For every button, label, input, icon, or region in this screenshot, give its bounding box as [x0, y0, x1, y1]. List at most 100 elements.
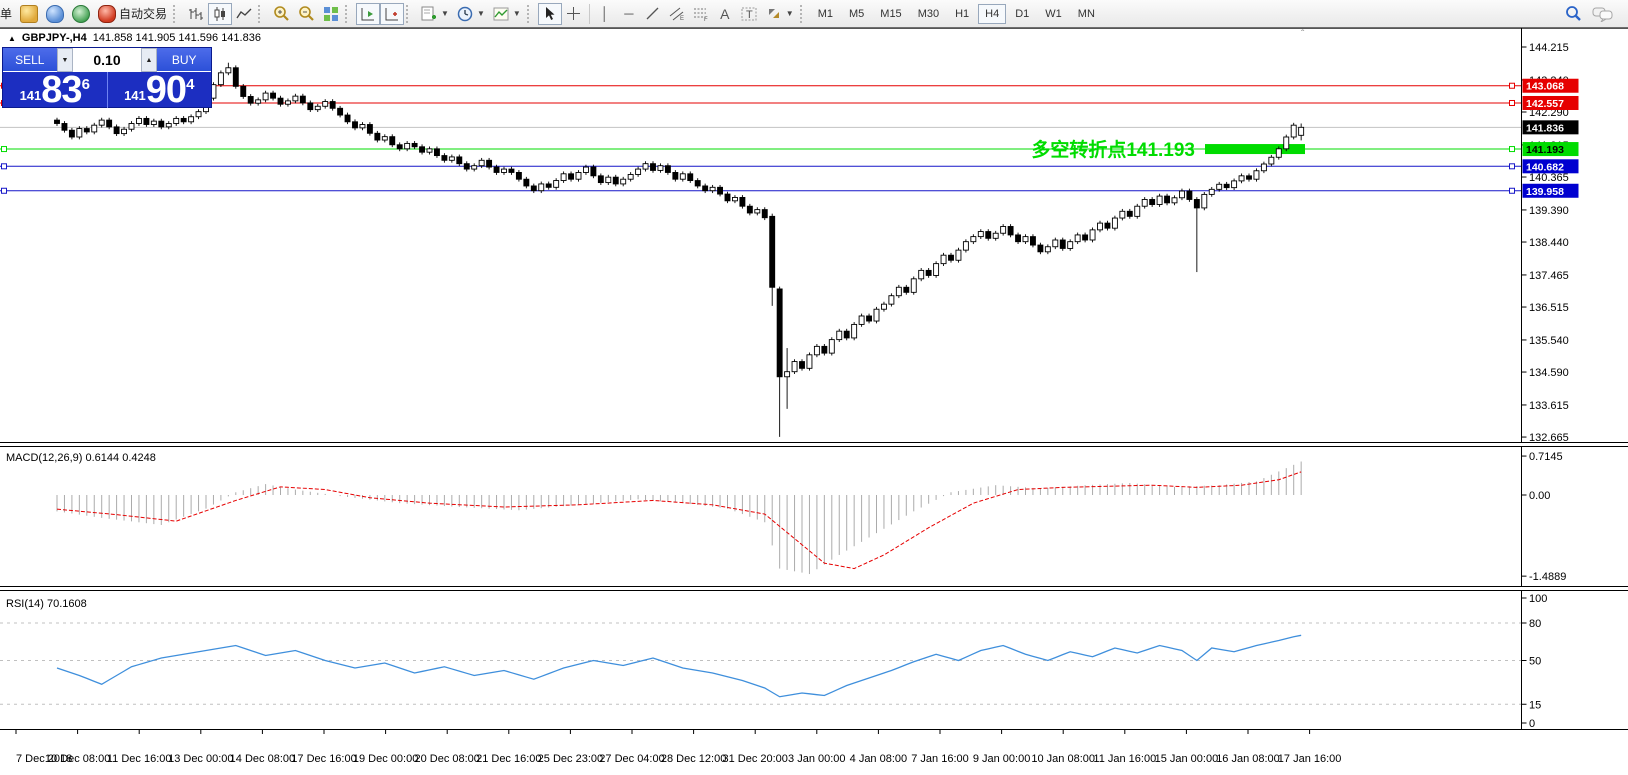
timeframe-w1[interactable]: W1: [1038, 4, 1069, 24]
candlestick-icon: [212, 6, 228, 22]
trendline-icon: [645, 6, 660, 21]
rsi-label: RSI(14) 70.1608: [6, 598, 87, 610]
sell-price[interactable]: 141 83 6: [3, 71, 108, 109]
label-tool-button[interactable]: T: [737, 3, 762, 25]
svg-text:17 Dec 16:00: 17 Dec 16:00: [291, 753, 356, 765]
toolbar-grip[interactable]: [173, 4, 182, 23]
svg-text:0.00: 0.00: [1529, 490, 1550, 502]
timeframe-h1[interactable]: H1: [948, 4, 976, 24]
channel-e-letter: E: [680, 16, 684, 21]
svg-text:0: 0: [1529, 718, 1535, 729]
toolbar-grip[interactable]: [345, 4, 354, 23]
timeframe-m5[interactable]: M5: [842, 4, 871, 24]
toolbar-grip[interactable]: [799, 4, 809, 23]
new-chart-button[interactable]: ▼: [417, 3, 453, 25]
chart-area: 144.215143.240142.290141.315140.365139.3…: [0, 28, 1628, 775]
fibonacci-tool-button[interactable]: F: [689, 3, 713, 25]
toolbar-right: [1565, 5, 1628, 22]
svg-text:20 Dec 08:00: 20 Dec 08:00: [414, 753, 479, 765]
svg-text:11 Dec 16:00: 11 Dec 16:00: [107, 753, 172, 765]
buy-price[interactable]: 141 90 4: [108, 68, 212, 111]
macd-svg[interactable]: 0.7145 0.00 -1.4889: [0, 447, 1628, 586]
svg-text:140.365: 140.365: [1529, 172, 1569, 184]
collapse-panel-icon[interactable]: ▲: [8, 34, 16, 43]
robot-icon: [98, 4, 117, 23]
indicators-button[interactable]: ▼: [489, 3, 525, 25]
trendline-tool-button[interactable]: [641, 3, 665, 25]
chart-shift-button[interactable]: [380, 2, 405, 25]
text-a-icon: A: [720, 5, 730, 22]
new-order-button[interactable]: 单: [0, 5, 16, 22]
hline-tool-button[interactable]: ─: [617, 3, 641, 25]
tile-windows-button[interactable]: [319, 3, 343, 25]
timeframe-h4[interactable]: H4: [978, 3, 1007, 24]
svg-text:17 Jan 16:00: 17 Jan 16:00: [1278, 753, 1342, 765]
auto-scroll-icon: [360, 6, 376, 22]
toolbar-grip[interactable]: [258, 4, 267, 23]
main-price-panel[interactable]: 144.215143.240142.290141.315140.365139.3…: [0, 28, 1628, 442]
zoom-out-button[interactable]: [294, 3, 319, 25]
svg-text:31 Dec 20:00: 31 Dec 20:00: [722, 753, 787, 765]
cursor-tool-button[interactable]: [537, 2, 562, 25]
main-chart-svg[interactable]: 144.215143.240142.290141.315140.365139.3…: [0, 28, 1628, 442]
new-chart-icon: [421, 6, 437, 22]
toolbar-grip[interactable]: [406, 4, 415, 23]
chart-shift-marker[interactable]: ˆ: [1301, 29, 1304, 40]
timeframe-mn[interactable]: MN: [1071, 4, 1102, 24]
one-click-trading-panel: SELL ▼ 0.10 ▲ BUY 141 83 6 141 90 4: [2, 47, 212, 111]
macd-label: MACD(12,26,9) 0.6144 0.4248: [6, 452, 156, 464]
horizontal-line-icon: ─: [624, 6, 634, 21]
svg-text:15: 15: [1529, 699, 1541, 711]
vertical-line-icon: │: [600, 6, 609, 21]
web-terminal-icon[interactable]: [68, 3, 94, 25]
periods-button[interactable]: ▼: [453, 3, 489, 25]
auto-scroll-button[interactable]: [356, 2, 381, 25]
search-icon[interactable]: [1565, 5, 1582, 22]
chart-shift-icon: [384, 6, 400, 22]
svg-text:11 Jan 16:00: 11 Jan 16:00: [1093, 753, 1156, 765]
svg-text:27 Dec 04:00: 27 Dec 04:00: [599, 753, 664, 765]
buy-price-big: 90: [145, 68, 187, 111]
text-label-icon: T: [741, 6, 758, 22]
svg-text:19 Dec 00:00: 19 Dec 00:00: [353, 753, 418, 765]
timeframe-m1[interactable]: M1: [811, 4, 840, 24]
rsi-svg[interactable]: 100 80 50 15 0: [0, 591, 1628, 729]
book-icon: [20, 4, 39, 23]
zoom-in-button[interactable]: [269, 3, 294, 25]
svg-text:10 Dec 08:00: 10 Dec 08:00: [45, 753, 110, 765]
auto-trading-label: 自动交易: [119, 7, 168, 21]
indicators-icon: [493, 6, 509, 22]
auto-trading-button[interactable]: 自动交易: [94, 3, 171, 25]
bar-chart-type-button[interactable]: [184, 3, 208, 25]
timeframe-d1[interactable]: D1: [1008, 4, 1036, 24]
lot-size-input[interactable]: 0.10: [73, 48, 141, 72]
tile-windows-icon: [323, 6, 339, 22]
trade-panel-prices: 141 83 6 141 90 4: [3, 68, 212, 111]
time-axis[interactable]: 7 Dec 2018 10 Dec 08:00 11 Dec 16:00 13 Dec…: [0, 729, 1628, 775]
fibo-f-letter: F: [704, 17, 708, 21]
svg-text:0.7145: 0.7145: [1529, 451, 1563, 463]
timeframe-m30[interactable]: M30: [911, 4, 946, 24]
svg-text:133.615: 133.615: [1529, 400, 1569, 412]
chat-icon[interactable]: [1592, 6, 1614, 22]
macd-panel[interactable]: 0.7145 0.00 -1.4889 MACD(12,26,9) 0.6144 0…: [0, 447, 1628, 586]
crosshair-tool-button[interactable]: [562, 3, 586, 25]
text-tool-button[interactable]: A: [713, 3, 737, 25]
arrows-tool-button[interactable]: ▼: [762, 3, 798, 25]
history-center-icon[interactable]: [16, 3, 42, 25]
toolbar-grip[interactable]: [526, 4, 536, 23]
fibonacci-icon: F: [693, 6, 709, 21]
timeframe-group: M1 M5 M15 M30 H1 H4 D1 W1 MN: [811, 3, 1102, 24]
channel-tool-button[interactable]: E: [665, 3, 689, 25]
svg-text:25 Dec 23:00: 25 Dec 23:00: [538, 753, 603, 765]
timeframe-m15[interactable]: M15: [873, 4, 908, 24]
vline-tool-button[interactable]: │: [593, 3, 617, 25]
rsi-panel[interactable]: 100 80 50 15 0 RSI(14) 70.1608: [0, 591, 1628, 729]
svg-text:50: 50: [1529, 656, 1541, 668]
chevron-down-icon: ▼: [476, 9, 485, 18]
line-chart-type-button[interactable]: [232, 3, 256, 25]
market-watch-icon[interactable]: [42, 3, 68, 25]
candlestick-type-button[interactable]: [208, 2, 233, 25]
svg-text:141.836: 141.836: [1526, 122, 1564, 134]
svg-text:140.682: 140.682: [1526, 161, 1564, 173]
